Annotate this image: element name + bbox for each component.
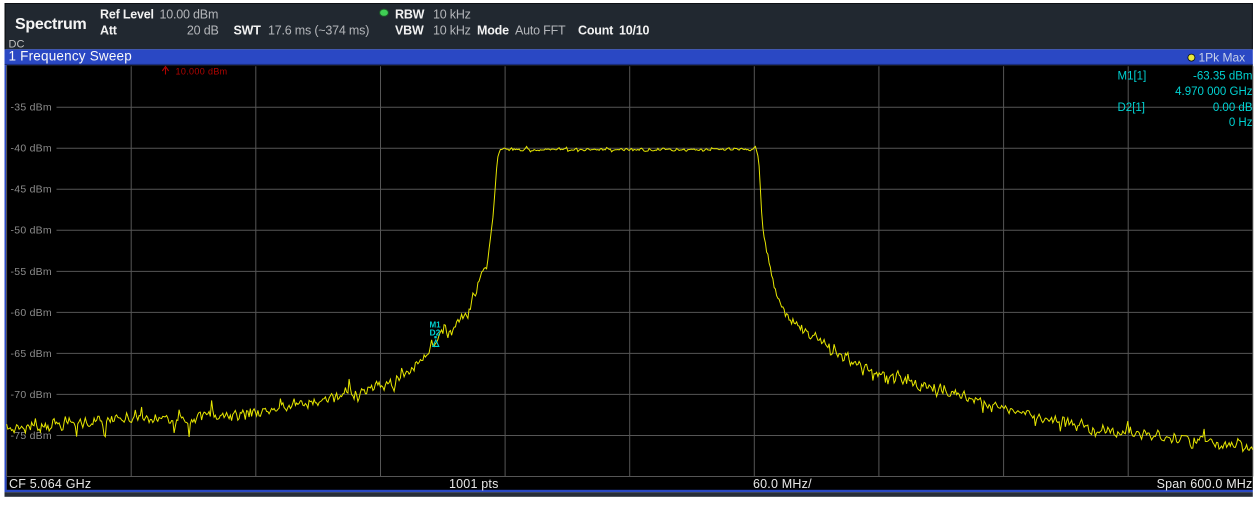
svg-text:Spectrum: Spectrum xyxy=(15,16,86,33)
svg-text:Auto FFT: Auto FFT xyxy=(515,24,566,38)
svg-text:-65 dBm: -65 dBm xyxy=(11,348,52,360)
svg-text:Att: Att xyxy=(100,24,118,38)
svg-text:-63.35 dBm: -63.35 dBm xyxy=(1193,70,1252,82)
svg-text:-35 dBm: -35 dBm xyxy=(11,102,52,114)
svg-text:CF 5.064 GHz: CF 5.064 GHz xyxy=(9,477,91,491)
svg-text:0 Hz: 0 Hz xyxy=(1229,117,1253,129)
svg-text:4.970 000 GHz: 4.970 000 GHz xyxy=(1175,86,1253,98)
svg-text:10.000 dBm: 10.000 dBm xyxy=(176,67,228,77)
svg-text:Count: Count xyxy=(578,24,614,38)
svg-text:M1[1]: M1[1] xyxy=(1118,70,1147,82)
svg-text:10 kHz: 10 kHz xyxy=(433,24,471,38)
svg-text:10/10: 10/10 xyxy=(619,24,650,38)
svg-text:20 dB: 20 dB xyxy=(187,24,219,38)
svg-text:-75 dBm: -75 dBm xyxy=(11,430,52,442)
svg-text:Ref Level: Ref Level xyxy=(100,7,154,21)
svg-text:-45 dBm: -45 dBm xyxy=(11,184,52,196)
svg-text:1Pk Max: 1Pk Max xyxy=(1199,50,1246,64)
svg-text:D2[1]: D2[1] xyxy=(1118,102,1146,114)
svg-text:D2: D2 xyxy=(430,327,441,337)
svg-text:-60 dBm: -60 dBm xyxy=(11,307,52,319)
svg-text:Span 600.0 MHz: Span 600.0 MHz xyxy=(1157,477,1253,491)
svg-text:1 Frequency Sweep: 1 Frequency Sweep xyxy=(9,49,132,64)
svg-text:60.0 MHz/: 60.0 MHz/ xyxy=(753,477,812,491)
svg-text:0.00 dB: 0.00 dB xyxy=(1213,102,1253,114)
svg-text:1001 pts: 1001 pts xyxy=(449,477,499,491)
svg-text:RBW: RBW xyxy=(395,7,425,21)
svg-text:-70 dBm: -70 dBm xyxy=(11,389,52,401)
svg-text:SWT: SWT xyxy=(234,24,262,38)
svg-text:-50 dBm: -50 dBm xyxy=(11,225,52,237)
svg-text:Mode: Mode xyxy=(477,24,509,38)
svg-text:-55 dBm: -55 dBm xyxy=(11,266,52,278)
svg-text:VBW: VBW xyxy=(395,24,424,38)
svg-text:10 kHz: 10 kHz xyxy=(433,7,471,21)
svg-text:10.00 dBm: 10.00 dBm xyxy=(160,7,219,21)
svg-text:17.6 ms (~374 ms): 17.6 ms (~374 ms) xyxy=(268,24,369,38)
svg-text:-40 dBm: -40 dBm xyxy=(11,143,52,155)
